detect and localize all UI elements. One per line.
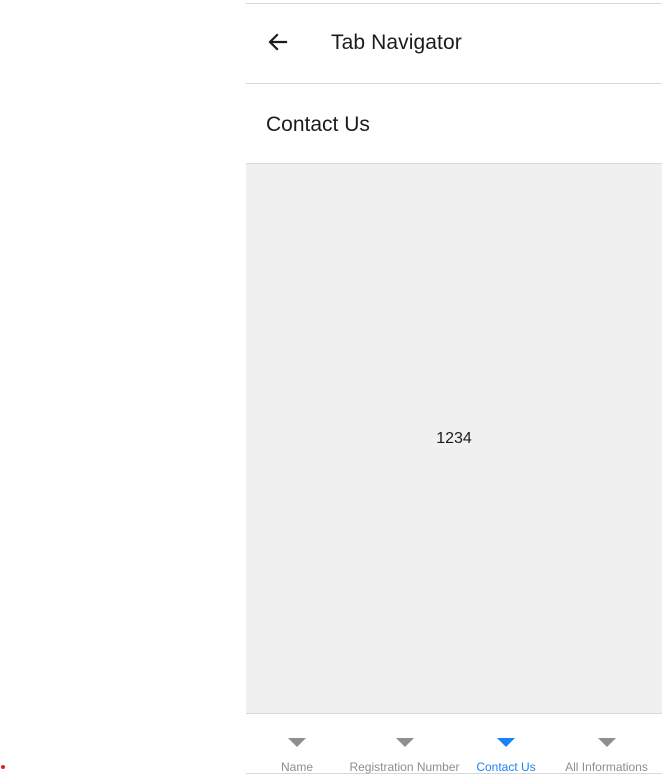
content-area: 1234 (246, 164, 662, 713)
tab-registration-number[interactable]: Registration Number (348, 714, 461, 774)
screen-title: Contact Us (266, 113, 370, 136)
tab-label: Registration Number (349, 760, 460, 774)
screen-header: Contact Us (246, 84, 662, 164)
tab-name[interactable]: Name (246, 714, 348, 774)
triangle-down-icon (597, 738, 616, 747)
bottom-tab-bar: Name Registration Number Contact Us All … (246, 713, 662, 774)
triangle-down-icon (288, 738, 306, 747)
tab-contact-us[interactable]: Contact Us (461, 714, 551, 774)
tab-label: All Informations (565, 760, 648, 774)
red-dot-marker (1, 765, 5, 769)
app-title: Tab Navigator (331, 31, 462, 54)
app-header: Tab Navigator (246, 4, 662, 84)
tab-label: Contact Us (476, 760, 536, 774)
app-window: Tab Navigator Contact Us 1234 Name Regis… (246, 3, 662, 774)
back-button[interactable] (258, 24, 298, 64)
triangle-down-icon (497, 738, 515, 747)
tab-all-informations[interactable]: All Informations (551, 714, 662, 774)
content-value: 1234 (436, 430, 472, 447)
triangle-down-icon (395, 738, 414, 747)
arrow-left-icon (266, 30, 290, 59)
tab-label: Name (280, 760, 313, 774)
